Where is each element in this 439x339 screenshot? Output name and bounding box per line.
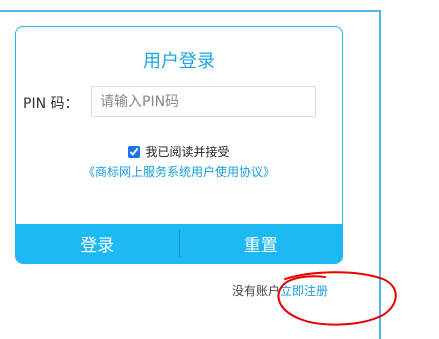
pin-input[interactable] bbox=[91, 86, 316, 117]
agree-label[interactable]: 我已阅读并接受 bbox=[145, 143, 229, 160]
pin-label: PIN 码： bbox=[23, 93, 79, 113]
register-prompt: 没有账户 bbox=[232, 284, 280, 298]
frame-right-border bbox=[379, 10, 381, 339]
agreement-link[interactable]: 《商标网上服务系统用户使用协议》 bbox=[16, 163, 342, 180]
login-panel: 用户登录 PIN 码： 我已阅读并接受 《商标网上服务系统用户使用协议》 登录 … bbox=[15, 26, 343, 264]
agree-checkbox[interactable] bbox=[128, 146, 140, 158]
agreement-row: 我已阅读并接受 bbox=[16, 143, 342, 160]
login-button-bar: 登录 重置 bbox=[16, 224, 342, 263]
red-circle-annotation bbox=[265, 265, 405, 335]
login-button[interactable]: 登录 bbox=[16, 224, 179, 263]
reset-button[interactable]: 重置 bbox=[180, 224, 343, 263]
register-row: 没有账户立即注册 bbox=[232, 282, 328, 299]
frame-top-border bbox=[0, 10, 381, 12]
login-title: 用户登录 bbox=[16, 47, 342, 73]
register-link[interactable]: 立即注册 bbox=[280, 284, 328, 298]
